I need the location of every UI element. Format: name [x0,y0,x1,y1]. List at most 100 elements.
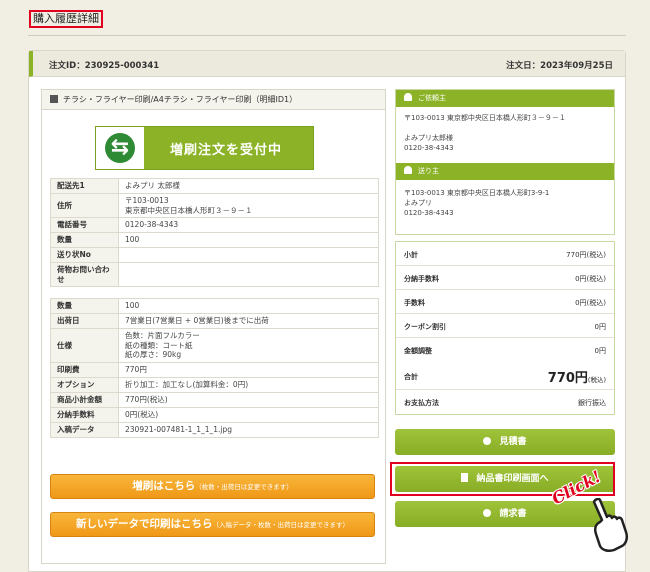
box-icon [50,95,58,103]
row-value: よみプリ 太郎様 [118,178,379,194]
row-value: 230921-007481-1_1_1_1.jpg [118,422,379,438]
orderer-address: 〒103-0013 東京都中央区日本橋人形町３－９－１ [404,114,566,122]
row-value: 0円(税込) [118,407,379,423]
sender-name: よみプリ [404,199,432,207]
sender-body: 〒103-0013 東京都中央区日本橋人形町3-9-1 よみプリ 0120-38… [396,180,614,234]
orderer-body: 〒103-0013 東京都中央区日本橋人形町３－９－１ よみプリ太郎様 0120… [396,107,614,163]
refresh-icon: ⇆ [96,127,144,169]
row-value [118,247,379,263]
row-value: 770円(税込) [118,392,379,408]
payment-label: お支払方法 [404,399,439,407]
summary-row: 分納手数料 0円(税込) [396,266,614,290]
reprint-button[interactable]: 増刷はこちら（枚数・出荷日は変更できます） [50,474,375,499]
order-id: 注文ID：230925-000341 [49,61,160,71]
summary-value: 0円 [594,347,606,355]
row-value: 100 [118,298,379,314]
orderer-box: ご依頼主 〒103-0013 東京都中央区日本橋人形町３－９－１ よみプリ太郎様… [395,89,615,235]
orderer-title: ご依頼主 [418,94,446,102]
circle-icon [483,437,492,445]
sender-tel: 0120-38-4343 [404,209,454,217]
order-date: 注文日：2023年09月25日 [506,61,613,71]
orderer-name: よみプリ太郎様 [404,134,453,142]
summary-label: 小計 [404,251,418,259]
row-label: 分納手数料 [50,407,119,423]
table-row: 数量 100 [50,232,379,248]
summary-column: ご依頼主 〒103-0013 東京都中央区日本橋人形町３－９－１ よみプリ太郎様… [395,89,615,527]
table-row: 電話番号 0120-38-4343 [50,217,379,233]
sender-header: 送り主 [396,163,614,180]
row-value: 色数：片面フルカラー 紙の種類：コート紙 紙の厚さ：90kg [118,328,379,363]
total-row: 合計 770円(税込) [396,362,614,390]
row-value: 100 [118,232,379,248]
estimate-label: 見積書 [499,437,527,447]
table-row: 出荷日 7営業日(7営業日 + 0営業日)後までに出荷 [50,313,379,329]
product-name: チラシ・フライヤー印刷/A4チラシ・フライヤー印刷（明細ID1） [63,95,298,104]
row-label: 配送先1 [50,178,119,194]
row-label: 荷物お問い合わせ [50,262,119,287]
new-print-button[interactable]: 新しいデータで印刷はこちら（入稿データ・枚数・出荷日は変更できます） [50,512,375,537]
invoice-label: 請求書 [499,509,527,519]
orderer-tel: 0120-38-4343 [404,144,454,152]
total-tax-note: (税込) [587,376,606,384]
reorder-banner-text: 増刷注文を受付中 [170,143,283,158]
table-row: オプション 折り加工：加工なし(加算料金：0円) [50,377,379,393]
product-panel: チラシ・フライヤー印刷/A4チラシ・フライヤー印刷（明細ID1） ⇆ 増刷注文を… [41,89,386,564]
summary-value: 0円 [594,323,606,331]
sender-address: 〒103-0013 東京都中央区日本橋人形町3-9-1 [404,189,550,197]
row-label: 商品小計金額 [50,392,119,408]
row-label: 住所 [50,193,119,218]
summary-row: 手数料 0円(税込) [396,290,614,314]
summary-row: クーポン割引 0円 [396,314,614,338]
table-row: 配送先1 よみプリ 太郎様 [50,178,379,194]
new-print-button-label: 新しいデータで印刷はこちら [76,518,213,530]
summary-value: 0円(税込) [575,275,606,283]
sender-title: 送り主 [418,167,439,175]
payment-row: お支払方法 銀行振込 [396,390,614,414]
table-row: 分納手数料 0円(税込) [50,407,379,423]
summary-row: 小計 770円(税込) [396,242,614,266]
reprint-button-label: 増刷はこちら [132,480,196,492]
orderer-header: ご依頼主 [396,90,614,107]
row-label: 送り状No [50,247,119,263]
person-icon [404,166,412,174]
price-summary: 小計 770円(税込) 分納手数料 0円(税込) 手数料 0円(税込) クーポン割引 0円 金額… [395,241,615,415]
summary-value: 0円(税込) [575,299,606,307]
table-row: 住所 〒103-0013 東京都中央区日本橋人形町３－９－１ [50,193,379,218]
delivery-info-table: 配送先1 よみプリ 太郎様 住所 〒103-0013 東京都中央区日本橋人形町３－９－… [50,178,379,287]
table-row: 入稿データ 230921-007481-1_1_1_1.jpg [50,422,379,438]
row-label: 印刷費 [50,362,119,378]
summary-label: 分納手数料 [404,275,439,283]
payment-value: 銀行振込 [578,399,606,407]
summary-label: クーポン割引 [404,323,446,331]
spec-info-table: 数量 100 出荷日 7営業日(7営業日 + 0営業日)後までに出荷 仕様 色数：片面フル… [50,298,379,438]
circle-icon [483,509,492,517]
table-row: 商品小計金額 770円(税込) [50,392,379,408]
table-row: 印刷費 770円 [50,362,379,378]
row-value: 折り加工：加工なし(加算料金：0円) [118,377,379,393]
row-label: 仕様 [50,328,119,363]
product-header: チラシ・フライヤー印刷/A4チラシ・フライヤー印刷（明細ID1） [42,90,385,110]
new-print-button-note: （入稿データ・枚数・出荷日は変更できます） [212,521,350,529]
row-label: 数量 [50,232,119,248]
summary-row: 金額調整 0円 [396,338,614,362]
total-value: 770円(税込) [548,367,606,386]
summary-label: 手数料 [404,299,425,307]
row-value [118,262,379,287]
summary-label: 金額調整 [404,347,432,355]
total-label: 合計 [404,373,418,381]
row-label: 数量 [50,298,119,314]
row-label: 電話番号 [50,217,119,233]
row-value: 770円 [118,362,379,378]
summary-value: 770円(税込) [566,251,606,259]
table-row: 仕様 色数：片面フルカラー 紙の種類：コート紙 紙の厚さ：90kg [50,328,379,363]
table-row: 荷物お問い合わせ [50,262,379,287]
estimate-button[interactable]: 見積書 [395,429,615,455]
row-value: 7営業日(7営業日 + 0営業日)後までに出荷 [118,313,379,329]
order-header-bar: 注文ID：230925-000341 注文日：2023年09月25日 [29,51,625,77]
table-row: 数量 100 [50,298,379,314]
total-amount: 770円 [547,371,588,386]
page-title: 購入履歴詳細 [29,10,103,28]
person-icon [404,93,412,101]
title-divider [28,35,626,36]
row-value: 0120-38-4343 [118,217,379,233]
